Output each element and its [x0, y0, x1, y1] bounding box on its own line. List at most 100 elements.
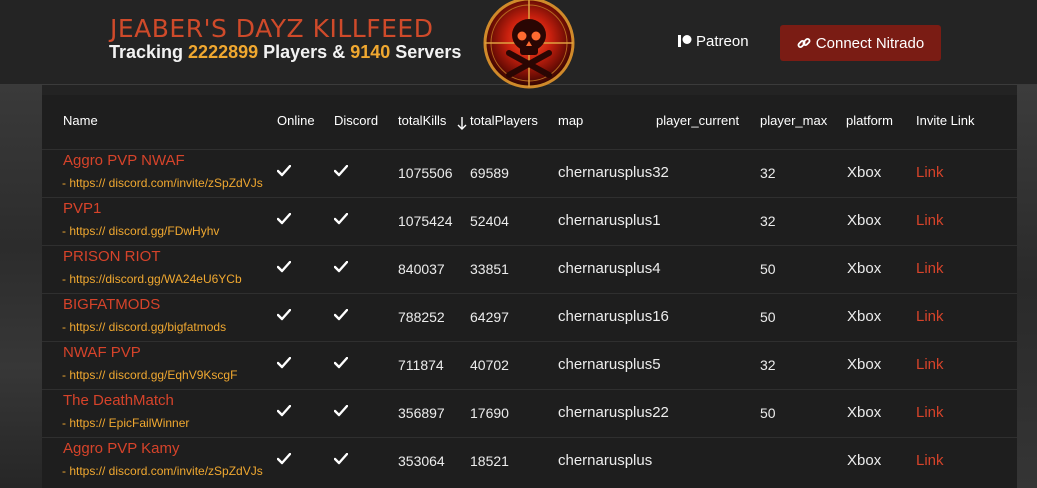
skull-crosshair-logo[interactable] — [479, 0, 579, 91]
total-players-cell: 17690 — [470, 405, 509, 421]
platform-cell: Xbox — [847, 212, 882, 229]
column-header-name[interactable]: Name — [63, 113, 98, 128]
invite-link[interactable]: Link — [916, 356, 944, 373]
site-title: JEABER'S DAYZ KILLFEED — [110, 14, 434, 43]
online-check-icon — [277, 405, 291, 417]
map-cell: chernarusplus4 — [558, 260, 661, 277]
total-players-cell: 40702 — [470, 357, 509, 373]
server-discord-url[interactable]: - https:// discord.gg/bigfatmods — [62, 320, 226, 334]
platform-cell: Xbox — [847, 452, 882, 469]
server-discord-url[interactable]: - https:// discord.com/invite/zSpZdVJs — [62, 464, 263, 478]
invite-link[interactable]: Link — [916, 404, 944, 421]
platform-cell: Xbox — [847, 308, 882, 325]
table-row-divider — [42, 293, 1017, 294]
link-icon — [797, 38, 811, 48]
player-max-cell: 32 — [760, 213, 776, 229]
tracking-middle: Players & — [263, 42, 346, 62]
table-row-divider — [42, 149, 1017, 150]
server-name[interactable]: NWAF PVP — [63, 344, 141, 361]
player-max-cell: 32 — [760, 165, 776, 181]
map-cell: chernarusplus1 — [558, 212, 661, 229]
tracking-suffix: Servers — [395, 42, 462, 62]
platform-cell: Xbox — [847, 356, 882, 373]
map-cell: chernarusplus — [558, 452, 653, 469]
table-row-divider — [42, 197, 1017, 198]
column-header-total-players[interactable]: totalPlayers — [470, 113, 538, 128]
total-players-cell: 52404 — [470, 213, 509, 229]
table-row-divider — [42, 437, 1017, 438]
patreon-icon — [678, 35, 692, 47]
total-kills-cell: 353064 — [398, 453, 445, 469]
discord-check-icon — [334, 213, 348, 225]
connect-nitrado-label: Connect Nitrado — [815, 34, 925, 52]
column-header-map[interactable]: map — [558, 113, 583, 128]
player-max-cell: 32 — [760, 357, 776, 373]
column-header-invite-link[interactable]: Invite Link — [916, 113, 975, 128]
table-row-divider — [42, 245, 1017, 246]
discord-check-icon — [334, 165, 348, 177]
players-count: 2222899 — [188, 42, 259, 62]
online-check-icon — [277, 453, 291, 465]
connect-nitrado-button[interactable]: Connect Nitrado — [780, 25, 941, 61]
site-header: JEABER'S DAYZ KILLFEED Tracking 2222899 … — [0, 0, 1037, 89]
invite-link[interactable]: Link — [916, 452, 944, 469]
map-cell: chernarusplus16 — [558, 308, 669, 325]
table-row-divider — [42, 389, 1017, 390]
server-name[interactable]: The DeathMatch — [63, 392, 174, 409]
server-name[interactable]: PRISON RIOT — [63, 248, 161, 265]
platform-cell: Xbox — [847, 164, 882, 181]
table-row-divider — [42, 341, 1017, 342]
sort-descending-icon[interactable] — [457, 117, 467, 130]
total-kills-cell: 1075506 — [398, 165, 453, 181]
patreon-link[interactable]: Patreon — [678, 30, 749, 52]
server-name[interactable]: PVP1 — [63, 200, 101, 217]
discord-check-icon — [334, 261, 348, 273]
total-kills-cell: 788252 — [398, 309, 445, 325]
platform-cell: Xbox — [847, 404, 882, 421]
player-max-cell: 50 — [760, 405, 776, 421]
player-max-cell: 50 — [760, 261, 776, 277]
server-discord-url[interactable]: - https:// discord.gg/EqhV9KscgF — [62, 368, 237, 382]
total-kills-cell: 356897 — [398, 405, 445, 421]
total-players-cell: 64297 — [470, 309, 509, 325]
total-players-cell: 18521 — [470, 453, 509, 469]
invite-link[interactable]: Link — [916, 164, 944, 181]
total-kills-cell: 711874 — [398, 357, 444, 373]
server-discord-url[interactable]: - https://discord.gg/WA24eU6YCb — [62, 272, 242, 286]
server-discord-url[interactable]: - https:// EpicFailWinner — [62, 416, 189, 430]
map-cell: chernarusplus5 — [558, 356, 661, 373]
column-header-online[interactable]: Online — [277, 113, 315, 128]
invite-link[interactable]: Link — [916, 212, 944, 229]
map-cell: chernarusplus22 — [558, 404, 669, 421]
discord-check-icon — [334, 357, 348, 369]
column-header-player-current[interactable]: player_current — [656, 113, 739, 128]
column-header-player-max[interactable]: player_max — [760, 113, 827, 128]
discord-check-icon — [334, 405, 348, 417]
server-name[interactable]: BIGFATMODS — [63, 296, 160, 313]
discord-check-icon — [334, 309, 348, 321]
invite-link[interactable]: Link — [916, 308, 944, 325]
column-header-platform[interactable]: platform — [846, 113, 893, 128]
online-check-icon — [277, 213, 291, 225]
server-discord-url[interactable]: - https:// discord.gg/FDwHyhv — [62, 224, 219, 238]
server-name[interactable]: Aggro PVP NWAF — [63, 152, 185, 169]
column-header-discord[interactable]: Discord — [334, 113, 378, 128]
online-check-icon — [277, 165, 291, 177]
map-cell: chernarusplus32 — [558, 164, 669, 181]
online-check-icon — [277, 357, 291, 369]
online-check-icon — [277, 309, 291, 321]
background-scenery-right — [1017, 85, 1037, 488]
tracking-summary: Tracking 2222899 Players & 9140 Servers — [109, 42, 461, 63]
server-discord-url[interactable]: - https:// discord.com/invite/zSpZdVJs — [62, 176, 263, 190]
online-check-icon — [277, 261, 291, 273]
server-name[interactable]: Aggro PVP Kamy — [63, 440, 179, 457]
total-players-cell: 69589 — [470, 165, 509, 181]
total-players-cell: 33851 — [470, 261, 509, 277]
total-kills-cell: 840037 — [398, 261, 445, 277]
player-max-cell: 50 — [760, 309, 776, 325]
invite-link[interactable]: Link — [916, 260, 944, 277]
platform-cell: Xbox — [847, 260, 882, 277]
servers-count: 9140 — [350, 42, 391, 62]
patreon-label: Patreon — [696, 32, 749, 50]
column-header-total-kills[interactable]: totalKills — [398, 113, 446, 128]
